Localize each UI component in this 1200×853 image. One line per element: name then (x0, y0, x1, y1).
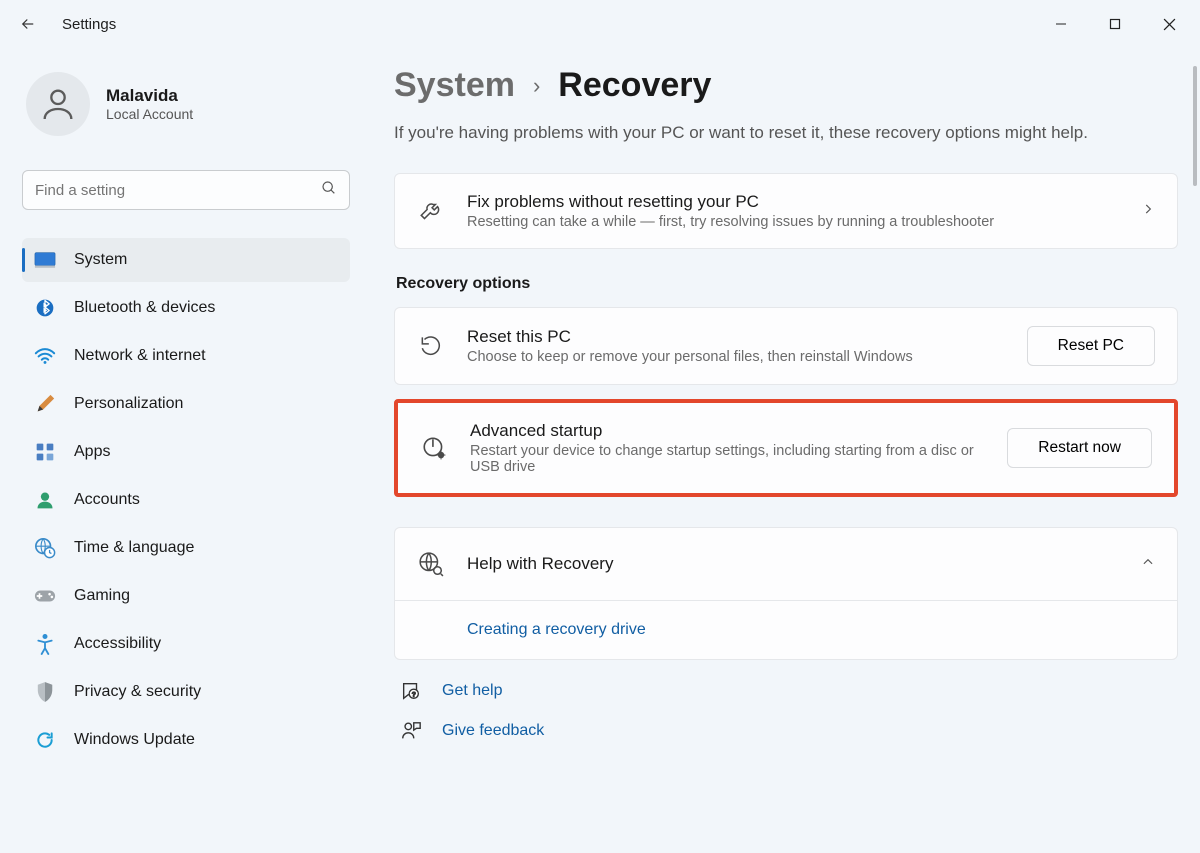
breadcrumb: System › Recovery (394, 66, 1178, 105)
main-content: System › Recovery If you're having probl… (360, 48, 1188, 762)
section-header: Recovery options (396, 275, 1178, 293)
nav: System Bluetooth & devices Network & int… (22, 238, 350, 762)
card-title: Advanced startup (470, 421, 985, 441)
app-title: Settings (62, 16, 116, 33)
sidebar-item-label: System (74, 251, 127, 269)
titlebar: Settings (0, 0, 1200, 48)
card-title: Reset this PC (467, 327, 1005, 347)
chevron-right-icon: › (533, 73, 540, 99)
chevron-right-icon (1141, 202, 1155, 221)
help-body: Creating a recovery drive (395, 600, 1177, 659)
sidebar-item-personalization[interactable]: Personalization (22, 382, 350, 426)
reset-pc-button[interactable]: Reset PC (1027, 326, 1155, 366)
minimize-button[interactable] (1038, 8, 1084, 40)
advanced-startup-highlight: Advanced startup Restart your device to … (394, 399, 1178, 497)
close-button[interactable] (1146, 8, 1192, 40)
sidebar: Malavida Local Account System Bluetooth … (22, 48, 360, 762)
give-feedback-row[interactable]: Give feedback (400, 720, 1178, 742)
sidebar-item-network[interactable]: Network & internet (22, 334, 350, 378)
sidebar-item-accessibility[interactable]: Accessibility (22, 622, 350, 666)
help-header[interactable]: Help with Recovery (395, 528, 1177, 600)
sidebar-item-accounts[interactable]: Accounts (22, 478, 350, 522)
window-controls (1038, 8, 1192, 40)
sidebar-item-label: Gaming (74, 587, 130, 605)
back-button[interactable] (8, 4, 48, 44)
help-card: Help with Recovery Creating a recovery d… (394, 527, 1178, 660)
recovery-drive-link[interactable]: Creating a recovery drive (467, 621, 646, 638)
sidebar-item-time[interactable]: Time & language (22, 526, 350, 570)
user-name: Malavida (106, 86, 193, 106)
user-profile[interactable]: Malavida Local Account (22, 66, 350, 160)
sidebar-item-label: Accounts (74, 491, 140, 509)
restart-now-button[interactable]: Restart now (1007, 428, 1152, 468)
footer-links: ? Get help Give feedback (394, 680, 1178, 742)
accessibility-icon (34, 633, 56, 655)
card-title: Fix problems without resetting your PC (467, 192, 1119, 212)
feedback-icon (400, 720, 422, 742)
wifi-icon (34, 345, 56, 367)
sidebar-item-label: Bluetooth & devices (74, 299, 215, 317)
update-icon (34, 729, 56, 751)
wrench-icon (417, 197, 445, 225)
sidebar-item-system[interactable]: System (22, 238, 350, 282)
shield-icon (34, 681, 56, 703)
scrollbar[interactable] (1193, 66, 1197, 186)
user-subtitle: Local Account (106, 106, 193, 122)
person-icon (34, 489, 56, 511)
give-feedback-link[interactable]: Give feedback (442, 722, 544, 740)
chevron-up-icon (1141, 555, 1155, 574)
apps-icon (34, 441, 56, 463)
search-icon (321, 180, 337, 201)
sidebar-item-label: Accessibility (74, 635, 161, 653)
avatar (26, 72, 90, 136)
card-subtitle: Resetting can take a while — first, try … (467, 214, 1119, 230)
svg-text:?: ? (412, 692, 416, 699)
sidebar-item-label: Apps (74, 443, 110, 461)
power-gear-icon (420, 434, 448, 462)
globe-search-icon (417, 550, 445, 578)
breadcrumb-current: Recovery (558, 66, 711, 105)
brush-icon (34, 393, 56, 415)
sidebar-item-apps[interactable]: Apps (22, 430, 350, 474)
sidebar-item-privacy[interactable]: Privacy & security (22, 670, 350, 714)
intro-text: If you're having problems with your PC o… (394, 123, 1178, 143)
reset-pc-card: Reset this PC Choose to keep or remove y… (394, 307, 1178, 385)
gamepad-icon (34, 585, 56, 607)
fix-problems-card[interactable]: Fix problems without resetting your PC R… (394, 173, 1178, 249)
sidebar-item-label: Network & internet (74, 347, 206, 365)
system-icon (34, 249, 56, 271)
get-help-link[interactable]: Get help (442, 682, 502, 700)
reset-icon (417, 332, 445, 360)
sidebar-item-bluetooth[interactable]: Bluetooth & devices (22, 286, 350, 330)
card-title: Help with Recovery (467, 554, 613, 574)
advanced-startup-card: Advanced startup Restart your device to … (398, 403, 1174, 493)
globe-clock-icon (34, 537, 56, 559)
sidebar-item-update[interactable]: Windows Update (22, 718, 350, 762)
search-box[interactable] (22, 170, 350, 210)
bluetooth-icon (34, 297, 56, 319)
maximize-button[interactable] (1092, 8, 1138, 40)
card-subtitle: Choose to keep or remove your personal f… (467, 349, 1005, 365)
card-subtitle: Restart your device to change startup se… (470, 443, 985, 475)
sidebar-item-gaming[interactable]: Gaming (22, 574, 350, 618)
help-icon: ? (400, 680, 422, 702)
breadcrumb-parent[interactable]: System (394, 66, 515, 105)
sidebar-item-label: Time & language (74, 539, 194, 557)
get-help-row[interactable]: ? Get help (400, 680, 1178, 702)
sidebar-item-label: Privacy & security (74, 683, 201, 701)
sidebar-item-label: Windows Update (74, 731, 195, 749)
search-input[interactable] (35, 182, 321, 199)
sidebar-item-label: Personalization (74, 395, 183, 413)
